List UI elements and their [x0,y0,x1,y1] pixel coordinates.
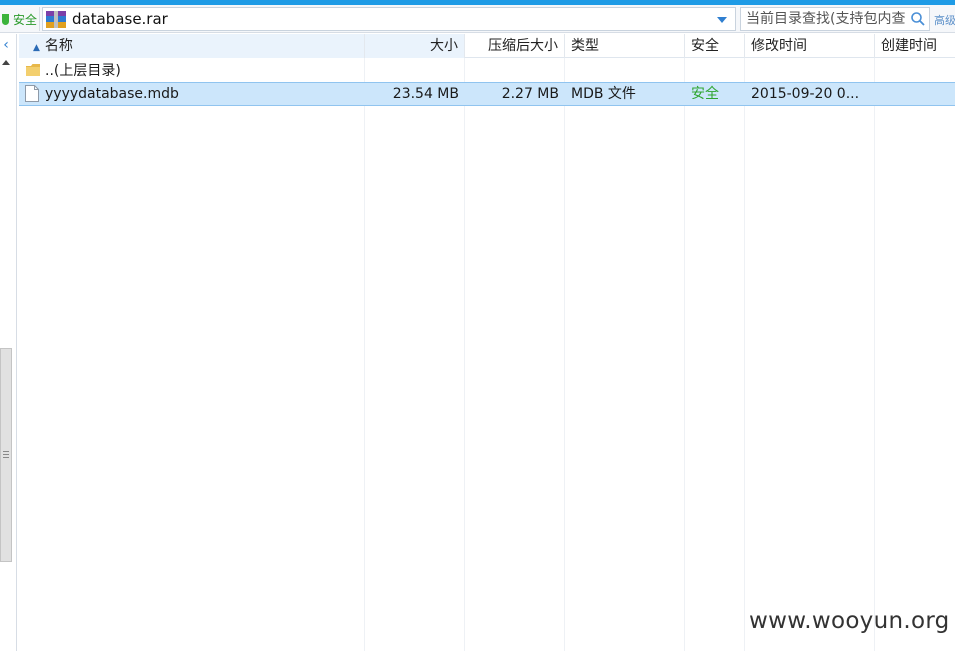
table-row-mdb-file[interactable]: yyyydatabase.mdb 23.54 MB 2.27 MB MDB 文件… [19,82,955,106]
address-bar-row: 安全 database.rar 高级 [0,5,955,33]
rar-archive-icon [46,10,66,28]
row-name-text: yyyydatabase.mdb [45,86,179,102]
column-header-name[interactable]: ▲ 名称 [19,34,365,58]
cell-created [875,83,955,107]
grip-icon [3,451,9,452]
security-label: 安全 [13,12,38,27]
column-header-type[interactable]: 类型 [565,34,685,58]
folder-icon [26,63,40,76]
chevron-down-icon[interactable] [717,17,727,23]
cell-type: MDB 文件 [571,86,636,102]
watermark-text: www.wooyun.org [749,608,950,634]
left-collapsed-panel: ‹ [0,34,17,651]
table-header: ▲ 名称 大小 压缩后大小 类型 安全 修改时间 创建时间 [19,34,955,58]
table-row-parent-directory[interactable]: ..(上层目录) [19,59,955,83]
cell-packed-size: 2.27 MB [501,86,559,102]
file-icon [25,84,39,102]
sort-ascending-icon: ▲ [33,43,40,53]
search-icon[interactable] [910,11,926,27]
shield-icon [2,13,9,25]
file-list-table: ▲ 名称 大小 压缩后大小 类型 安全 修改时间 创建时间 ..(上层目录) yy… [19,34,955,651]
security-badge[interactable]: 安全 [0,7,40,31]
address-path-field[interactable]: database.rar [42,7,736,31]
collapse-left-icon[interactable]: ‹ [0,38,12,52]
column-gridlines [19,58,955,651]
column-header-size[interactable]: 大小 [365,34,465,58]
address-path-text: database.rar [72,10,168,28]
cell-safety: 安全 [691,86,719,102]
column-header-safety[interactable]: 安全 [685,34,745,58]
cell-name: yyyydatabase.mdb [19,83,365,107]
column-header-packed-size[interactable]: 压缩后大小 [465,34,565,58]
search-input[interactable] [741,11,909,27]
scrollbar-thumb[interactable] [0,348,12,562]
scroll-up-arrow-icon[interactable] [2,60,10,65]
cell-size: 23.54 MB [392,86,459,102]
column-header-label: 名称 [44,38,73,54]
column-header-modified[interactable]: 修改时间 [745,34,875,58]
column-header-created[interactable]: 创建时间 [875,34,955,58]
cell-modified: 2015-09-20 0... [751,86,860,102]
search-box[interactable] [740,7,930,31]
advanced-search-link[interactable]: 高级 [934,12,955,28]
row-name-text: ..(上层目录) [45,63,121,79]
cell-name: ..(上层目录) [19,59,365,83]
